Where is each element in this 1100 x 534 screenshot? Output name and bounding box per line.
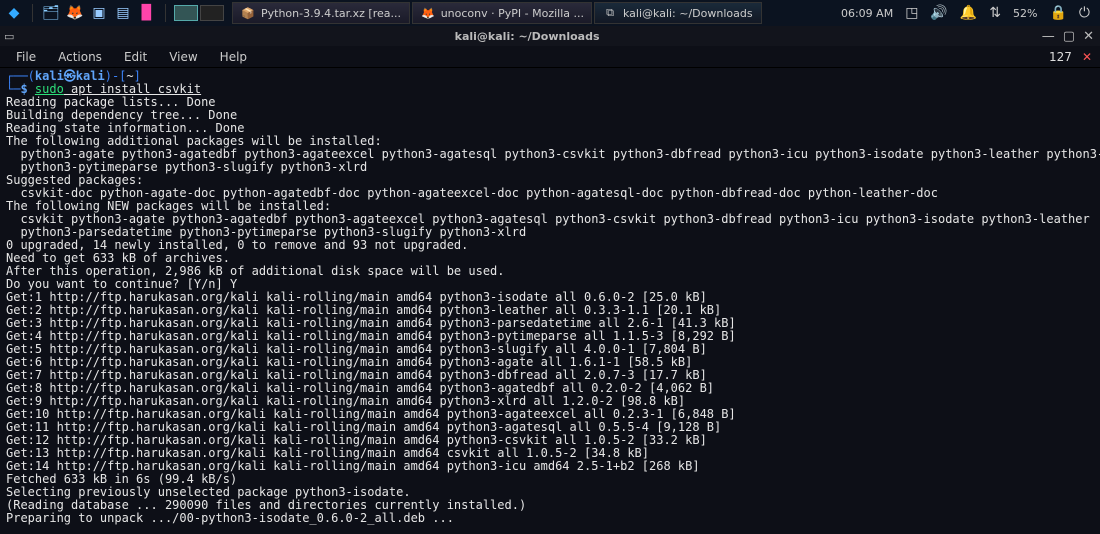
menu-file[interactable]: File <box>6 48 46 66</box>
window-title: kali@kali: ~/Downloads <box>455 30 600 43</box>
task-label: unoconv · PyPI - Mozilla ... <box>441 7 584 20</box>
menu-actions[interactable]: Actions <box>48 48 112 66</box>
panel-left: ◆ 🗂 🦊 ▣ ▤ ▉ <box>0 3 224 23</box>
minimize-button[interactable]: — <box>1040 29 1057 44</box>
power-icon[interactable]: ⏻ <box>1079 5 1090 21</box>
pink-icon[interactable]: ▉ <box>137 3 157 23</box>
clock: 06:09 AM <box>841 7 893 20</box>
panel-divider <box>32 4 33 22</box>
window-titlebar[interactable]: ▭ kali@kali: ~/Downloads — ▢ ✕ <box>0 26 1100 46</box>
window-controls: — ▢ ✕ <box>1040 29 1096 44</box>
maximize-button[interactable]: ▢ <box>1061 29 1077 44</box>
menu-view[interactable]: View <box>159 48 207 66</box>
editor-icon[interactable]: ▤ <box>113 3 133 23</box>
battery-percent: 52% <box>1013 7 1037 20</box>
panel-right: 06:09 AM ◳ 🔊 🔔 ⇅ 52% 🔒 ⏻ <box>841 5 1100 21</box>
files-icon[interactable]: 🗂 <box>41 3 61 23</box>
task-label: kali@kali: ~/Downloads <box>623 7 753 20</box>
lock-icon[interactable]: 🔒 <box>1049 5 1066 21</box>
network-icon[interactable]: ⇅ <box>989 5 1001 21</box>
volume-icon[interactable]: 🔊 <box>930 5 947 21</box>
top-panel: ◆ 🗂 🦊 ▣ ▤ ▉ 📦 Python-3.9.4.tar.xz [rea..… <box>0 0 1100 26</box>
taskbar: 📦 Python-3.9.4.tar.xz [rea... 🦊 unoconv … <box>232 2 762 24</box>
task-label: Python-3.9.4.tar.xz [rea... <box>261 7 401 20</box>
terminal-output[interactable]: ┌──(kali㉿kali)-[~] └─$ sudo apt install … <box>0 68 1100 534</box>
tab-close-icon[interactable]: ✕ <box>1082 50 1092 64</box>
window-menu-icon[interactable]: ▭ <box>4 30 14 43</box>
terminal-window: ▭ kali@kali: ~/Downloads — ▢ ✕ File Acti… <box>0 26 1100 534</box>
task-terminal[interactable]: ⧉ kali@kali: ~/Downloads <box>594 2 762 24</box>
workspace-2[interactable] <box>200 5 224 21</box>
task-python-archive[interactable]: 📦 Python-3.9.4.tar.xz [rea... <box>232 2 410 24</box>
firefox-task-icon: 🦊 <box>421 7 435 20</box>
terminal-task-icon: ⧉ <box>603 6 617 20</box>
panel-divider-2 <box>165 4 166 22</box>
terminal-icon[interactable]: ▣ <box>89 3 109 23</box>
tab-counter: 127 <box>1049 50 1072 64</box>
menu-edit[interactable]: Edit <box>114 48 157 66</box>
workspace-1[interactable] <box>174 5 198 21</box>
archive-icon: 📦 <box>241 7 255 20</box>
task-firefox[interactable]: 🦊 unoconv · PyPI - Mozilla ... <box>412 2 592 24</box>
notifications-icon[interactable]: 🔔 <box>960 5 977 21</box>
close-button[interactable]: ✕ <box>1081 29 1096 44</box>
updates-icon[interactable]: ◳ <box>905 5 918 21</box>
kali-menu-icon[interactable]: ◆ <box>4 3 24 23</box>
menu-help[interactable]: Help <box>210 48 257 66</box>
menubar: File Actions Edit View Help 127 ✕ <box>0 46 1100 68</box>
firefox-icon[interactable]: 🦊 <box>65 3 85 23</box>
workspace-switcher <box>174 5 224 21</box>
